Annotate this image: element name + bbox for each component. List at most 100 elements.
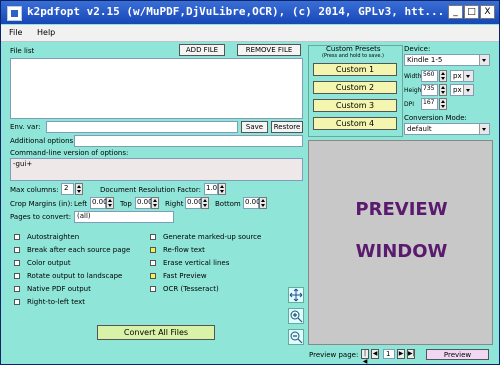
- chevron-down-icon[interactable]: [463, 85, 473, 95]
- autostraighten-label: Autostraighten: [27, 233, 80, 241]
- rotate-landscape-label: Rotate output to landscape: [27, 272, 123, 280]
- next-page-button[interactable]: ▶: [397, 349, 405, 359]
- crop-top-input[interactable]: 0.00: [135, 197, 153, 209]
- max-columns-spinner[interactable]: [75, 183, 83, 195]
- conversion-mode-value: default: [407, 125, 432, 133]
- crop-right-label: Right: [165, 200, 184, 208]
- custom-preset-3-button[interactable]: Custom 3: [313, 99, 397, 112]
- height-input[interactable]: 735: [421, 84, 438, 96]
- native-pdf-checkbox[interactable]: [14, 286, 20, 292]
- menu-help[interactable]: Help: [37, 28, 55, 37]
- device-label: Device:: [404, 45, 431, 53]
- width-label: Width: [404, 73, 422, 80]
- zoom-out-icon[interactable]: [288, 329, 304, 345]
- command-line-label: Command-line version of options:: [10, 149, 129, 157]
- chevron-down-icon[interactable]: [463, 71, 473, 81]
- file-list-box[interactable]: [10, 58, 303, 119]
- crop-left-spinner[interactable]: [106, 197, 114, 209]
- conversion-mode-label: Conversion Mode:: [404, 114, 467, 122]
- right-to-left-label: Right-to-left text: [27, 298, 86, 306]
- crop-bottom-label: Bottom: [215, 200, 241, 208]
- break-after-page-checkbox[interactable]: [14, 247, 20, 253]
- chevron-down-icon[interactable]: [479, 55, 489, 65]
- title-bar[interactable]: k2pdfopt v2.15 (w/MuPDF,DjVuLibre,OCR), …: [1, 1, 499, 24]
- first-page-button[interactable]: |◀: [361, 349, 369, 365]
- ocr-label: OCR (Tesseract): [163, 285, 219, 293]
- native-pdf-label: Native PDF output: [27, 285, 91, 293]
- marked-up-source-label: Generate marked-up source: [163, 233, 262, 241]
- width-input[interactable]: 560: [421, 70, 438, 82]
- crop-margins-label: Crop Margins (in):: [10, 200, 73, 208]
- save-button[interactable]: Save: [241, 121, 268, 133]
- marked-up-source-checkbox[interactable]: [150, 234, 156, 240]
- width-unit-value: px: [453, 72, 462, 80]
- env-var-label: Env. var:: [10, 123, 41, 131]
- custom-preset-1-button[interactable]: Custom 1: [313, 63, 397, 76]
- right-to-left-checkbox[interactable]: [14, 299, 20, 305]
- resolution-factor-label: Document Resolution Factor:: [100, 186, 201, 194]
- custom-preset-2-button[interactable]: Custom 2: [313, 81, 397, 94]
- menu-file[interactable]: File: [9, 28, 22, 37]
- dpi-spinner[interactable]: [439, 98, 447, 110]
- last-page-button[interactable]: ▶|: [407, 349, 415, 359]
- convert-all-button[interactable]: Convert All Files: [97, 325, 215, 340]
- width-unit-select[interactable]: px: [450, 70, 474, 82]
- restore-button[interactable]: Restore: [271, 121, 303, 133]
- resolution-factor-spinner[interactable]: [218, 183, 226, 195]
- chevron-down-icon[interactable]: [479, 124, 489, 134]
- conversion-mode-select[interactable]: default: [404, 123, 490, 135]
- dpi-input[interactable]: 167: [421, 98, 438, 110]
- maximize-button[interactable]: □: [464, 5, 479, 19]
- reflow-text-label: Re-flow text: [163, 246, 205, 254]
- crop-bottom-spinner[interactable]: [259, 197, 267, 209]
- color-output-label: Color output: [27, 259, 71, 267]
- preview-window[interactable]: PREVIEW WINDOW: [308, 140, 493, 345]
- app-icon: [7, 6, 22, 21]
- max-columns-input[interactable]: 2: [61, 183, 74, 195]
- crop-top-spinner[interactable]: [151, 197, 159, 209]
- break-after-page-label: Break after each source page: [27, 246, 131, 254]
- preview-subtitle: WINDOW: [355, 241, 448, 262]
- env-var-input[interactable]: [46, 121, 238, 133]
- additional-options-input[interactable]: [74, 135, 303, 147]
- ocr-checkbox[interactable]: [150, 286, 156, 292]
- crop-top-label: Top: [120, 200, 132, 208]
- crop-left-input[interactable]: 0.00: [90, 197, 108, 209]
- window-title: k2pdfopt v2.15 (w/MuPDF,DjVuLibre,OCR), …: [27, 5, 445, 18]
- preview-page-input[interactable]: 1: [383, 349, 395, 359]
- file-list-label: File list: [10, 47, 35, 55]
- minimize-button[interactable]: _: [448, 5, 463, 19]
- presets-subtitle: (Press and hold to save.): [322, 53, 384, 59]
- dpi-label: DPI: [404, 101, 415, 108]
- menu-bar: File Help: [1, 25, 499, 42]
- zoom-in-icon[interactable]: [288, 308, 304, 324]
- app-window: k2pdfopt v2.15 (w/MuPDF,DjVuLibre,OCR), …: [0, 0, 500, 365]
- device-select-value: Kindle 1-5: [407, 56, 443, 64]
- reflow-text-checkbox[interactable]: [150, 247, 156, 253]
- pages-to-convert-input[interactable]: (all): [74, 211, 174, 223]
- rotate-landscape-checkbox[interactable]: [14, 273, 20, 279]
- crop-right-spinner[interactable]: [201, 197, 209, 209]
- crop-right-input[interactable]: 0.00: [185, 197, 203, 209]
- width-spinner[interactable]: [439, 70, 447, 82]
- autostraighten-checkbox[interactable]: [14, 234, 20, 240]
- erase-vertical-lines-checkbox[interactable]: [150, 260, 156, 266]
- resolution-factor-input[interactable]: 1.0: [204, 183, 218, 195]
- command-line-box[interactable]: -gui+: [10, 158, 303, 181]
- height-unit-select[interactable]: px: [450, 84, 474, 96]
- max-columns-label: Max columns:: [10, 186, 59, 194]
- custom-preset-4-button[interactable]: Custom 4: [313, 117, 397, 130]
- presets-title: Custom Presets: [326, 45, 381, 53]
- height-spinner[interactable]: [439, 84, 447, 96]
- color-output-checkbox[interactable]: [14, 260, 20, 266]
- preview-title: PREVIEW: [355, 199, 448, 220]
- fast-preview-checkbox[interactable]: [150, 273, 156, 279]
- remove-file-button[interactable]: REMOVE FILE: [237, 44, 301, 56]
- move-icon[interactable]: [288, 287, 304, 303]
- device-select[interactable]: Kindle 1-5: [404, 54, 490, 66]
- close-button[interactable]: X: [480, 5, 495, 19]
- preview-button[interactable]: Preview: [426, 349, 489, 360]
- previous-page-button[interactable]: ◀: [371, 349, 379, 359]
- add-file-button[interactable]: ADD FILE: [179, 44, 225, 56]
- crop-bottom-input[interactable]: 0.00: [243, 197, 261, 209]
